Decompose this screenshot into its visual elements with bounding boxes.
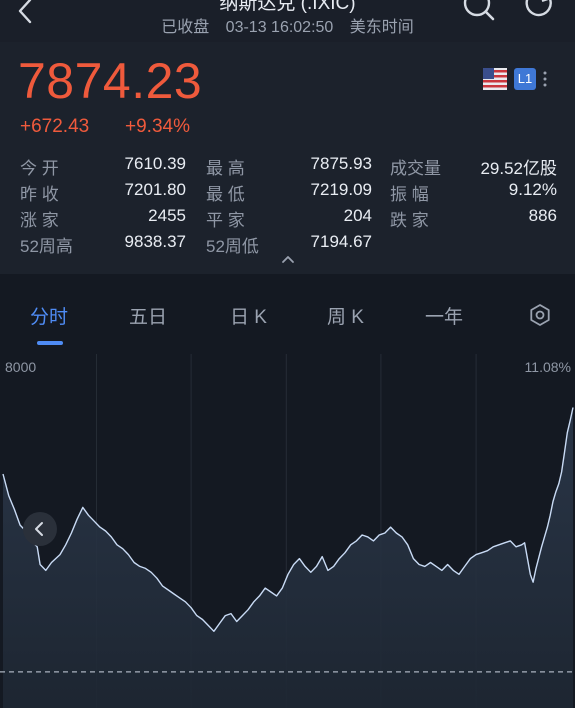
- pct-axis-top-label: 11.08%: [524, 359, 571, 375]
- stat-value: 29.52亿股: [480, 159, 557, 178]
- collapse-left-icon: [35, 522, 43, 536]
- stat-value: 2455: [148, 206, 186, 225]
- stat-value: 9838.37: [124, 232, 186, 251]
- header-bar: 纳斯达克 (.IXIC) 已收盘 03-13 16:02:50 美东时间: [0, 0, 575, 42]
- stat-value: 7219.09: [310, 180, 372, 199]
- stat-label: 平 家: [206, 211, 245, 230]
- stat-volume: 成交量 29.52亿股: [390, 154, 557, 179]
- collapse-button[interactable]: [23, 512, 57, 546]
- price-area-fill: [3, 407, 573, 708]
- market-status: 已收盘: [161, 19, 210, 36]
- stat-value: 7194.67: [310, 232, 372, 251]
- settings-icon[interactable]: [528, 303, 552, 327]
- stat-value: 9.12%: [508, 180, 557, 199]
- stat-decliners: 跌 家 886: [390, 206, 557, 231]
- price-change-percent: +9.34%: [125, 116, 190, 137]
- stat-prev-close: 昨 收 7201.80: [20, 180, 186, 205]
- stat-label: 跌 家: [390, 211, 429, 230]
- stat-amplitude: 振 幅 9.12%: [390, 180, 557, 205]
- stat-low: 最 低 7219.09: [206, 180, 372, 205]
- tab-weekly-k[interactable]: 周 K: [327, 302, 364, 329]
- stat-advancers: 涨 家 2455: [20, 206, 186, 231]
- timezone-label: 美东时间: [349, 19, 414, 36]
- chart-canvas: [0, 354, 575, 708]
- tab-intraday[interactable]: 分时: [30, 302, 68, 329]
- stat-unchanged: 平 家 204: [206, 206, 372, 231]
- last-price: 7874.23: [18, 53, 203, 109]
- stat-value: 7875.93: [310, 154, 372, 173]
- active-tab-indicator: [37, 341, 63, 345]
- intraday-chart[interactable]: 8000 11.08%: [0, 354, 575, 708]
- stat-label: 52周高: [20, 237, 73, 256]
- stat-label: 52周低: [206, 237, 259, 256]
- more-icon[interactable]: [542, 68, 548, 90]
- chart-period-tabs: 分时 五日 日 K 周 K 一年: [0, 274, 575, 354]
- stat-label: 成交量: [390, 159, 441, 178]
- stat-label: 昨 收: [20, 185, 59, 204]
- tab-five-day[interactable]: 五日: [129, 302, 167, 329]
- stat-label: 涨 家: [20, 211, 59, 230]
- flag-icon[interactable]: [483, 68, 507, 90]
- stat-value: 7201.80: [124, 180, 186, 199]
- tab-one-year[interactable]: 一年: [425, 302, 463, 329]
- stat-label: 最 高: [206, 159, 245, 178]
- stat-value: 204: [343, 206, 372, 225]
- stat-open: 今 开 7610.39: [20, 154, 186, 179]
- price-change: +672.43: [20, 116, 90, 137]
- stat-value: 7610.39: [124, 154, 186, 173]
- stat-52w-high: 52周高 9838.37: [20, 232, 186, 257]
- stat-value: 886: [528, 206, 557, 225]
- level-badge[interactable]: L1: [514, 68, 536, 90]
- refresh-icon[interactable]: [524, 0, 556, 24]
- stat-label: 今 开: [20, 159, 59, 178]
- search-icon[interactable]: [462, 0, 496, 24]
- stat-high: 最 高 7875.93: [206, 154, 372, 179]
- stat-label: 振 幅: [390, 185, 429, 204]
- quote-datetime: 03-13 16:02:50: [225, 19, 334, 36]
- stat-label: 最 低: [206, 185, 245, 204]
- y-axis-top-label: 8000: [5, 359, 37, 375]
- quote-panel: 7874.23 +672.43 +9.34% L1 今 开 7610.39 最 …: [0, 42, 575, 274]
- tab-daily-k[interactable]: 日 K: [230, 302, 267, 329]
- expand-icon[interactable]: [280, 254, 296, 264]
